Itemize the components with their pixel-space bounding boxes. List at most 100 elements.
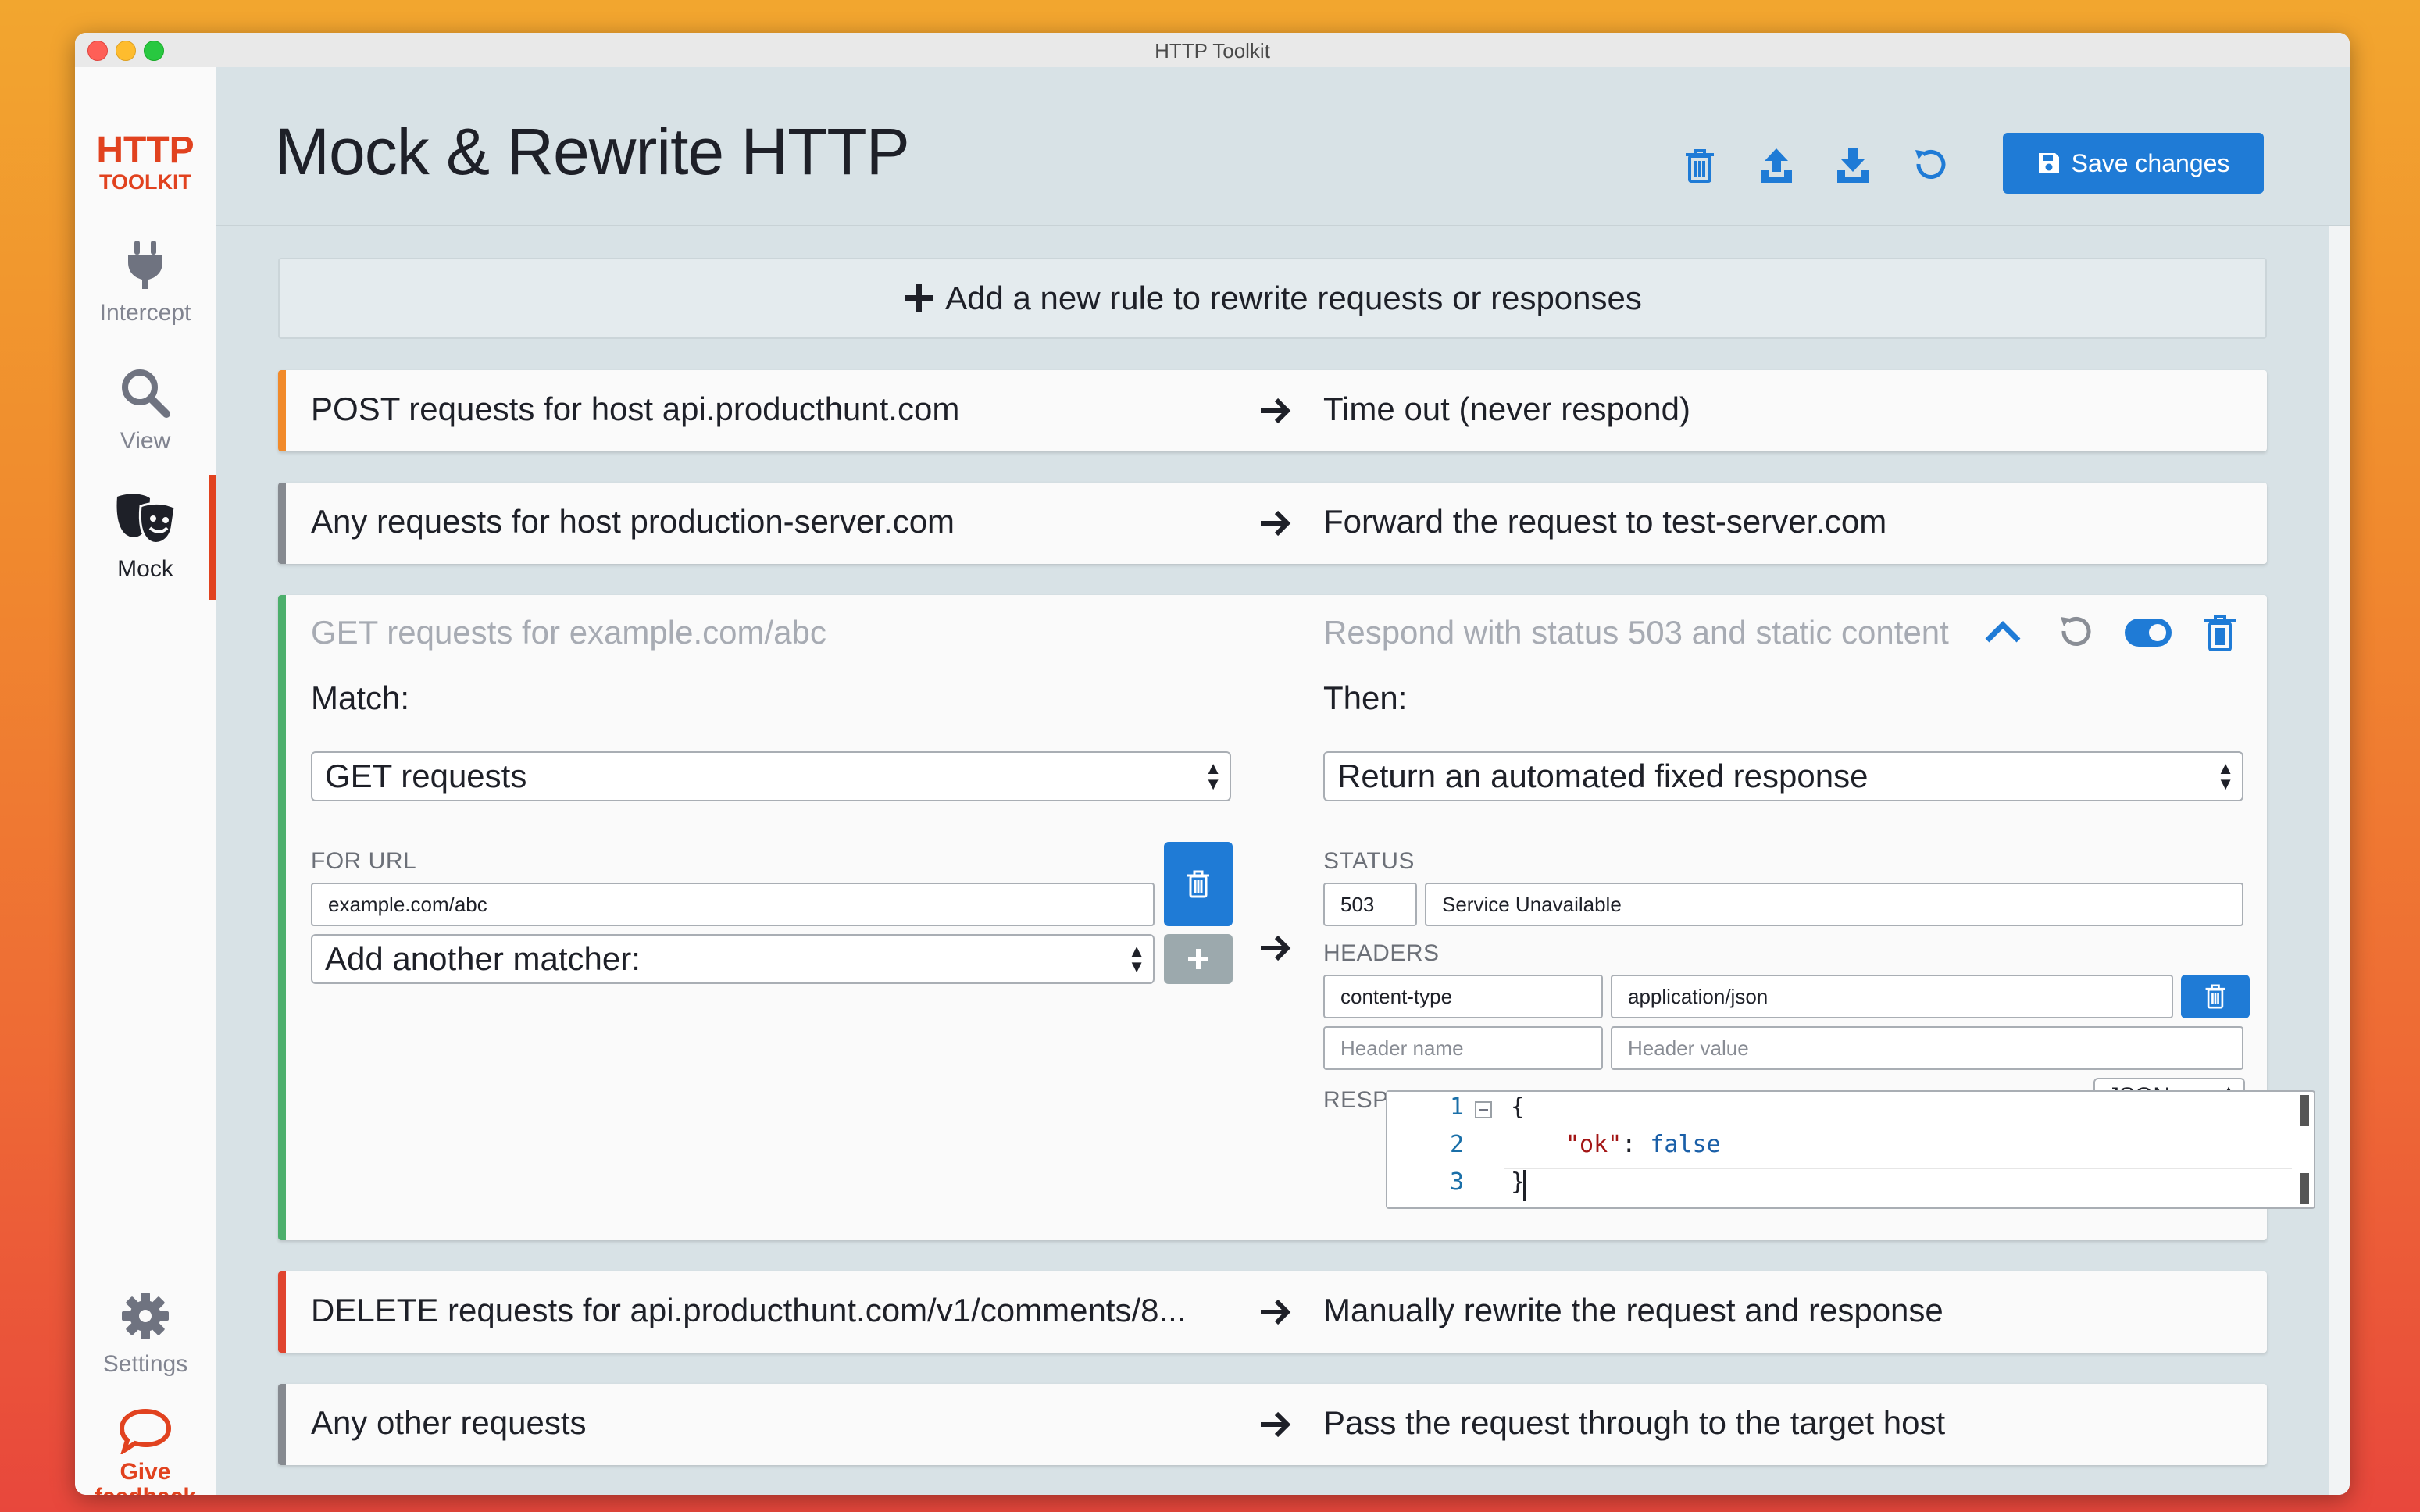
theater-mask-icon [112,492,178,547]
trash-icon [1184,868,1212,900]
rule-row[interactable]: Any requests for host production-server.… [278,483,2267,564]
rule-action: Manually rewrite the request and respons… [1323,1292,1943,1329]
code-line: { [1511,1093,1525,1121]
feedback-label-line2: feedback [75,1485,216,1495]
rule-color-marker [278,483,286,564]
save-changes-button[interactable]: Save changes [2003,133,2264,194]
response-body-editor[interactable]: 1 2 3 { "ok": false } [1386,1090,2315,1209]
scrollbar-track[interactable] [2329,226,2350,1495]
plus-icon [1187,947,1210,971]
main-content: Mock & Rewrite HTTP [216,67,2350,1495]
reset-icon[interactable] [2051,609,2098,656]
save-changes-label: Save changes [2072,149,2230,178]
logo-text-http: HTTP [96,130,194,171]
sidebar-item-view[interactable]: View [75,367,216,455]
rule-summary-matcher: GET requests for example.com/abc [311,614,826,651]
trash-icon[interactable] [1676,142,1723,189]
give-feedback-button[interactable]: Give feedback [75,1407,216,1495]
json-separator: : [1622,1131,1650,1158]
add-matcher-select[interactable]: Add another matcher: ▲▼ [311,934,1155,984]
rule-matcher: Any other requests [311,1404,1240,1442]
header-value-placeholder-input[interactable]: Header value [1611,1026,2243,1070]
header-name-placeholder-input[interactable]: Header name [1323,1026,1603,1070]
line-number: 1 [1450,1093,1464,1121]
delete-rule-icon[interactable] [2197,609,2243,656]
plus-icon [903,283,934,314]
action-select-value: Return an automated fixed response [1337,758,1868,795]
gear-icon [120,1290,171,1342]
speech-bubble-icon [118,1407,173,1454]
feedback-label-line1: Give [75,1460,216,1485]
then-heading: Then: [1323,679,1407,717]
rule-action: Time out (never respond) [1323,390,1690,428]
window-title: HTTP Toolkit [75,39,2350,63]
rule-row[interactable]: POST requests for host api.producthunt.c… [278,370,2267,451]
toggle-switch[interactable] [2123,612,2173,653]
page-header: Mock & Rewrite HTTP [216,67,2350,226]
sidebar-item-mock[interactable]: Mock [75,492,216,583]
rule-row[interactable]: Any other requests Pass the request thro… [278,1384,2267,1465]
rule-matcher: DELETE requests for api.producthunt.com/… [311,1292,1240,1329]
title-bar: HTTP Toolkit [75,33,2350,68]
json-value: false [1650,1131,1720,1158]
status-label: STATUS [1323,848,1415,875]
sidebar-item-label: Settings [75,1351,216,1378]
text-cursor [1523,1170,1526,1201]
code-line: "ok": false [1565,1131,1721,1158]
arrow-right-icon [1258,1407,1292,1442]
editor-gutter: 1 2 3 [1387,1092,1504,1207]
active-nav-indicator [209,475,216,600]
app-window: HTTP Toolkit HTTP TOOLKIT Intercept View [75,33,2350,1495]
rule-color-marker [278,1384,286,1465]
match-heading: Match: [311,679,409,717]
trash-icon [2203,982,2228,1011]
select-arrows-icon: ▲▼ [1128,943,1145,975]
add-matcher-button[interactable] [1164,934,1233,984]
headers-label: HEADERS [1323,940,1440,967]
rule-color-marker [278,370,286,451]
remove-matcher-button[interactable] [1164,842,1233,926]
arrow-right-icon [1258,1295,1292,1329]
method-select[interactable]: GET requests ▲▼ [311,751,1231,801]
rule-color-marker [278,595,286,1240]
line-number: 3 [1450,1168,1464,1196]
search-icon [120,367,171,419]
select-arrows-icon: ▲▼ [2217,761,2234,792]
rule-summary-action: Respond with status 503 and static conte… [1323,614,1979,651]
add-rule-button[interactable]: Add a new rule to rewrite requests or re… [278,258,2267,339]
sidebar-item-label: Intercept [75,300,216,326]
url-input[interactable]: example.com/abc [311,883,1155,926]
page-title: Mock & Rewrite HTTP [275,114,909,190]
status-message-input[interactable]: Service Unavailable [1425,883,2243,926]
sidebar: HTTP TOOLKIT Intercept View [75,67,216,1495]
rule-color-marker [278,1271,286,1353]
sidebar-item-label: View [75,428,216,455]
arrow-right-icon [1258,931,1292,965]
download-icon[interactable] [1829,142,1876,189]
upload-icon[interactable] [1753,142,1800,189]
add-matcher-select-value: Add another matcher: [325,940,641,978]
sidebar-item-intercept[interactable]: Intercept [75,239,216,326]
add-rule-label: Add a new rule to rewrite requests or re… [945,280,1642,317]
chevron-up-icon[interactable] [1981,611,2025,654]
rule-matcher: Any requests for host production-server.… [311,503,1240,540]
plug-icon [123,239,167,291]
sidebar-item-settings[interactable]: Settings [75,1290,216,1378]
header-name-input[interactable]: content-type [1323,975,1603,1018]
rule-row[interactable]: DELETE requests for api.producthunt.com/… [278,1271,2267,1353]
select-arrows-icon: ▲▼ [1205,761,1222,792]
sidebar-item-label: Mock [75,556,216,583]
header-value-input[interactable]: application/json [1611,975,2173,1018]
undo-icon[interactable] [1906,142,1953,189]
rule-action: Pass the request through to the target h… [1323,1404,1945,1442]
remove-header-button[interactable] [2181,975,2250,1018]
logo-text-toolkit: TOOLKIT [99,170,192,194]
editor-scrollbar-thumb-bottom[interactable] [2300,1173,2309,1204]
fold-collapse-icon[interactable] [1475,1101,1492,1118]
json-key: "ok" [1565,1131,1622,1158]
status-code-input[interactable]: 503 [1323,883,1417,926]
floppy-disk-icon [2037,152,2061,175]
editor-scrollbar-thumb[interactable] [2300,1095,2309,1126]
action-select[interactable]: Return an automated fixed response ▲▼ [1323,751,2243,801]
method-select-value: GET requests [325,758,526,795]
